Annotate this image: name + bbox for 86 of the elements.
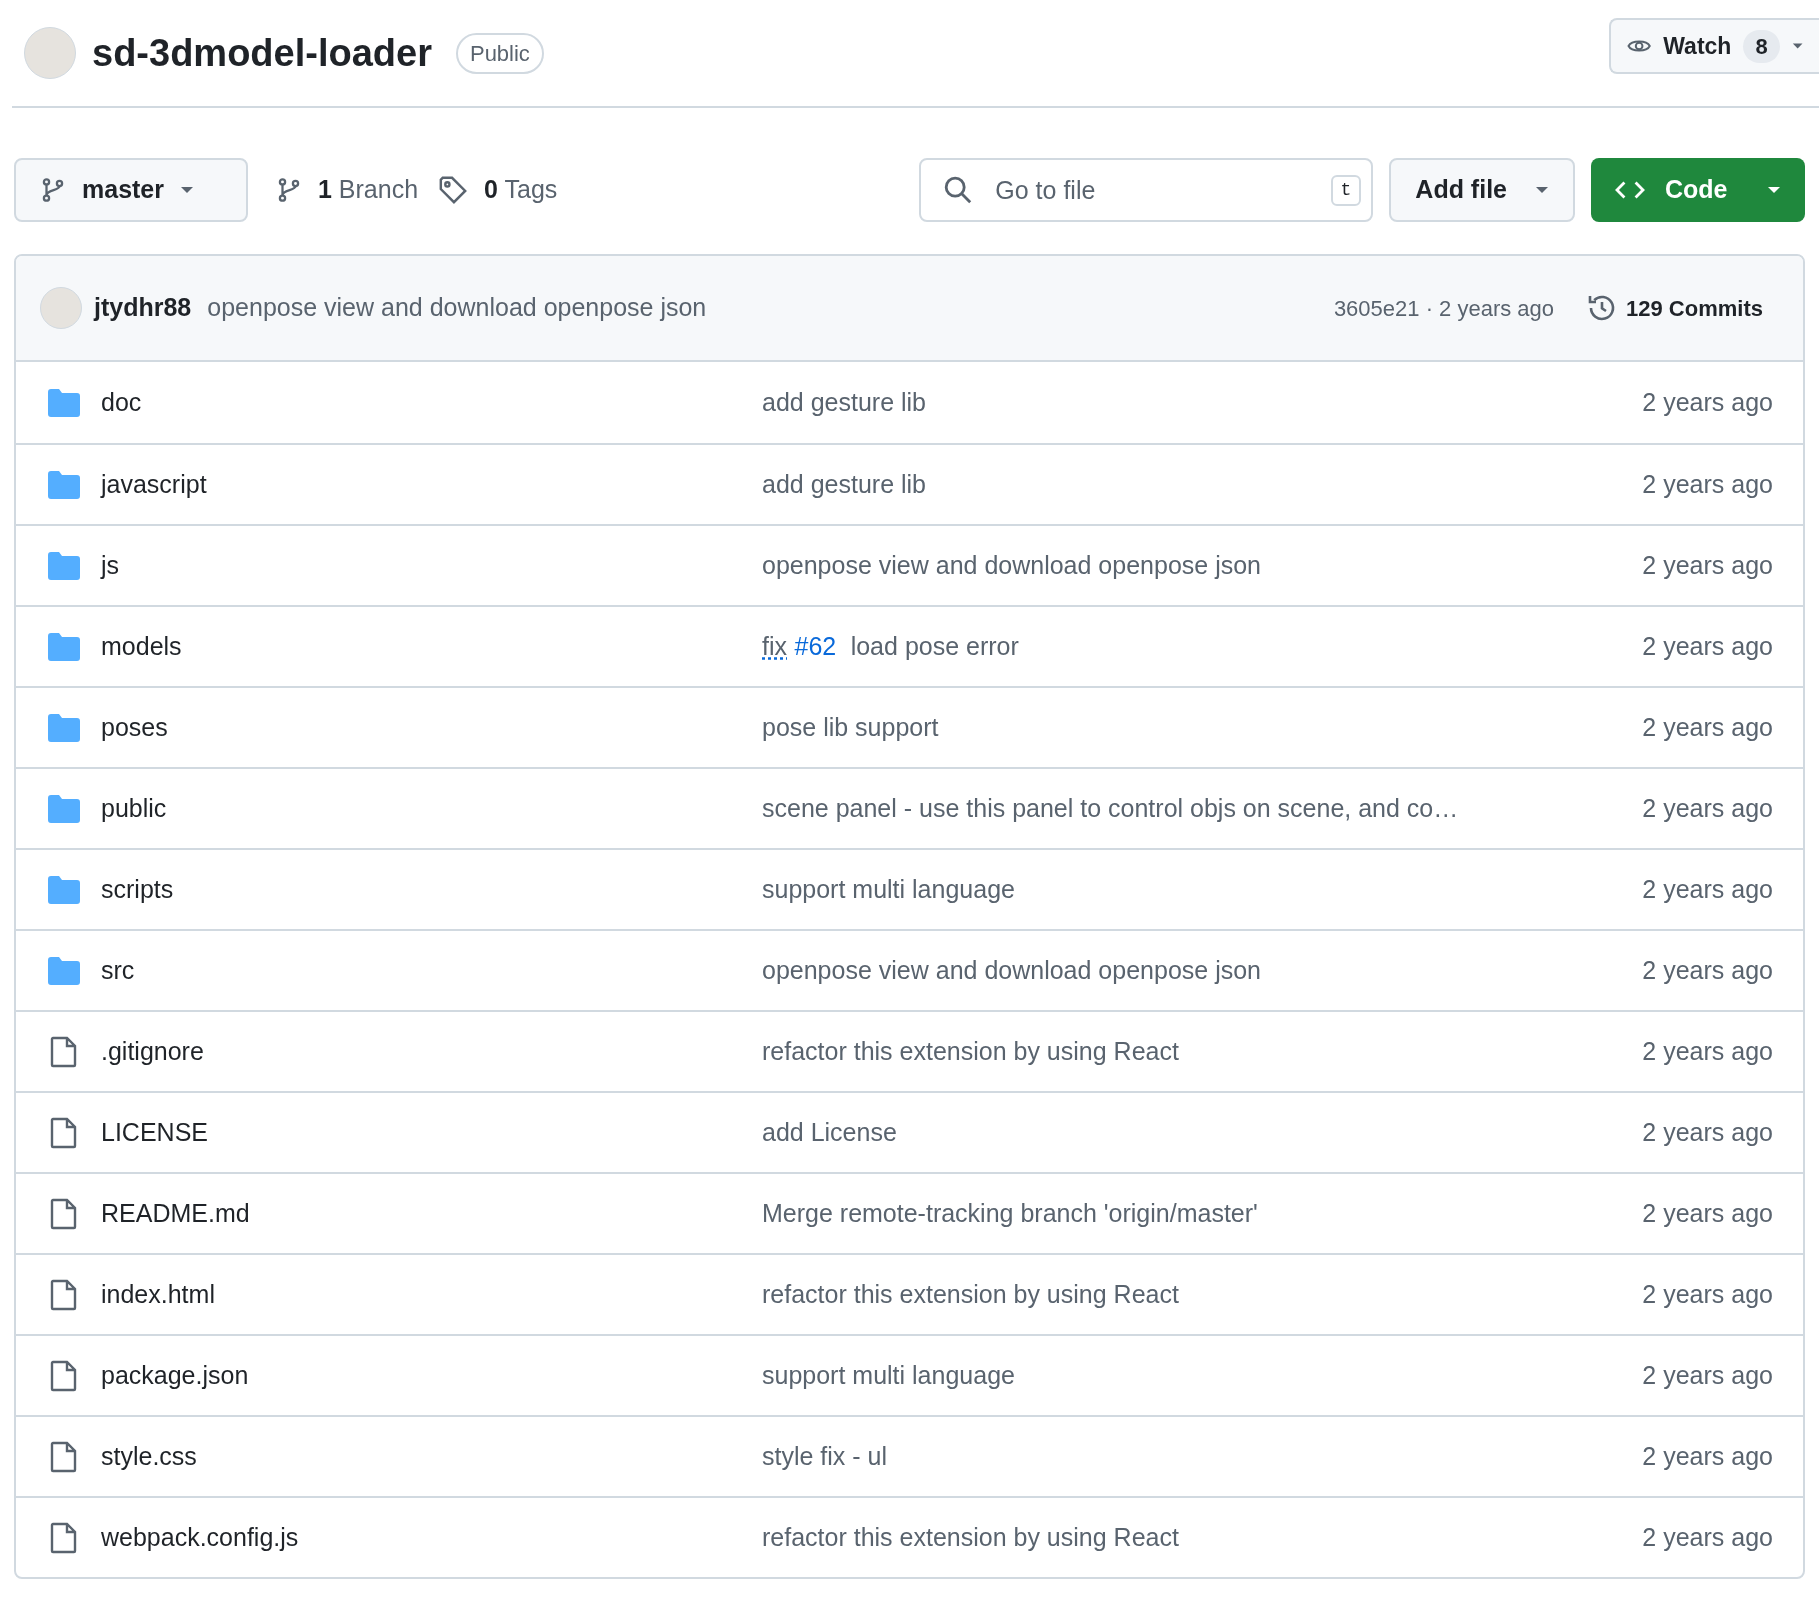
file-name[interactable]: style.css — [101, 1437, 762, 1476]
commit-time: 2 years ago — [1642, 1521, 1773, 1553]
tags-link[interactable]: 0 Tags — [438, 171, 558, 209]
folder-icon — [48, 956, 80, 985]
file-name[interactable]: README.md — [101, 1194, 762, 1233]
file-name[interactable]: doc — [101, 383, 762, 422]
branch-selector[interactable]: master — [14, 158, 248, 222]
commit-time: 2 years ago — [1642, 873, 1773, 905]
branch-icon — [40, 177, 66, 203]
file-icon — [50, 1521, 78, 1554]
commit-time: 2 years ago — [1642, 468, 1773, 500]
file-icon — [50, 1035, 78, 1068]
folder-icon — [48, 632, 80, 661]
commit-time: 2 years ago — [1642, 1278, 1773, 1310]
commit-hash-time[interactable]: 3605e21 · 2 years ago — [1333, 291, 1555, 325]
commit-message[interactable]: openpose view and download openpose json — [762, 546, 1261, 585]
commit-message[interactable]: refactor this extension by using React — [762, 1518, 1179, 1557]
folder-icon — [48, 388, 80, 417]
issue-link[interactable]: #62 — [794, 631, 837, 660]
commit-time: 2 years ago — [1642, 954, 1773, 986]
commit-time: 2 years ago — [1642, 630, 1773, 662]
watch-count: 8 — [1743, 29, 1780, 63]
file-name[interactable]: LICENSE — [101, 1113, 762, 1152]
file-name[interactable]: .gitignore — [101, 1032, 762, 1071]
file-name[interactable]: models — [101, 627, 762, 666]
file-name[interactable]: index.html — [101, 1275, 762, 1314]
commit-time: 2 years ago — [1642, 711, 1773, 743]
commit-message[interactable]: style fix - ul — [762, 1437, 888, 1476]
commit-message[interactable]: Merge remote-tracking branch 'origin/master' — [762, 1194, 1258, 1233]
add-file-button[interactable]: Add file — [1389, 158, 1575, 222]
commit-time: 2 years ago — [1642, 792, 1773, 824]
commit-time: 2 years ago — [1642, 1035, 1773, 1067]
tag-icon — [438, 175, 469, 205]
commits-link[interactable]: 129 Commits — [1586, 291, 1763, 325]
commit-time: 2 years ago — [1642, 1116, 1773, 1148]
commit-message[interactable]: add gesture lib — [762, 383, 926, 422]
file-name[interactable]: js — [101, 546, 762, 585]
commit-message[interactable]: refactor this extension by using React — [762, 1032, 1179, 1071]
caret-icon — [1791, 42, 1803, 50]
code-button[interactable]: Code — [1591, 158, 1805, 222]
shortcut-key: t — [1330, 175, 1362, 206]
commit-message[interactable]: support multi language — [762, 870, 1015, 909]
commit-time: 2 years ago — [1642, 1197, 1773, 1229]
author-avatar — [40, 287, 82, 329]
commit-time: 2 years ago — [1642, 386, 1773, 418]
commit-author[interactable]: jtydhr88 — [94, 289, 192, 327]
repo-name[interactable]: sd-3dmodel-loader — [92, 24, 432, 82]
avatar — [24, 27, 76, 79]
commit-message[interactable]: support multi language — [762, 1356, 1015, 1395]
file-name[interactable]: public — [101, 789, 762, 828]
watch-button[interactable]: Watch 8 — [1609, 18, 1819, 74]
branches-link[interactable]: 1 Branch — [276, 171, 419, 209]
file-icon — [50, 1278, 78, 1311]
file-icon — [50, 1359, 78, 1392]
search-icon — [943, 175, 974, 205]
branch-icon — [276, 177, 302, 203]
file-name[interactable]: scripts — [101, 870, 762, 909]
commit-message[interactable]: pose lib support — [762, 708, 939, 747]
commit-time: 2 years ago — [1642, 1440, 1773, 1472]
commit-message[interactable]: add gesture lib — [762, 465, 926, 504]
file-icon — [50, 1116, 78, 1149]
file-name[interactable]: javascript — [101, 465, 762, 504]
commit-message[interactable]: openpose view and download openpose json — [762, 951, 1261, 990]
watch-label: Watch — [1663, 31, 1732, 61]
file-icon — [50, 1440, 78, 1473]
caret-icon — [1767, 186, 1781, 194]
visibility-label: Public — [455, 32, 544, 74]
file-name[interactable]: poses — [101, 708, 762, 747]
file-icon — [50, 1197, 78, 1230]
file-name[interactable]: webpack.config.js — [101, 1518, 762, 1557]
folder-icon — [48, 713, 80, 742]
caret-icon — [1535, 186, 1549, 194]
commit-message[interactable]: refactor this extension by using React — [762, 1275, 1179, 1314]
commit-message[interactable]: fix #62 load pose error — [762, 627, 1019, 666]
folder-icon — [48, 794, 80, 823]
commit-message[interactable]: add License — [762, 1113, 897, 1152]
commit-message[interactable]: openpose view and download openpose json — [207, 289, 707, 327]
commit-time: 2 years ago — [1642, 549, 1773, 581]
folder-icon — [48, 470, 80, 499]
file-name[interactable]: src — [101, 951, 762, 990]
folder-icon — [48, 551, 80, 580]
file-name[interactable]: package.json — [101, 1356, 762, 1395]
caret-icon — [180, 186, 194, 194]
folder-icon — [48, 875, 80, 904]
commit-message[interactable]: scene panel - use this panel to control objs on scene, and co… — [762, 789, 1459, 828]
commit-time: 2 years ago — [1642, 1359, 1773, 1391]
